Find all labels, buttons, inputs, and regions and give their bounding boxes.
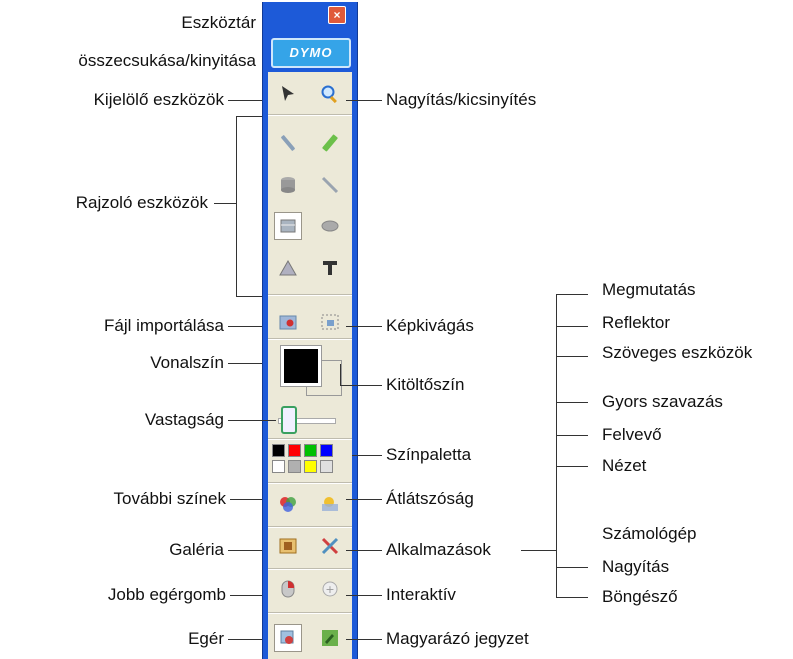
line-color-swatch[interactable] (280, 345, 322, 387)
interactive-label: Interaktív (386, 585, 456, 604)
app-item-szamologep: Számológép (602, 524, 697, 543)
palette-color[interactable] (320, 460, 333, 473)
interactive-icon[interactable]: + (316, 575, 344, 603)
palette-color[interactable] (272, 460, 285, 473)
toolbar-toggle-button[interactable]: DYMO (271, 38, 351, 68)
right-click-icon[interactable] (274, 575, 302, 603)
magnifier-icon[interactable] (316, 80, 344, 108)
app-item-nezet: Nézet (602, 456, 647, 475)
triangle-icon[interactable] (274, 254, 302, 282)
app-item-bongeszo: Böngésző (602, 587, 678, 606)
applications-label: Alkalmazások (386, 540, 491, 559)
crop-label: Képkivágás (386, 316, 474, 335)
gallery-label: Galéria (169, 540, 224, 559)
import-file-label: Fájl importálása (104, 316, 224, 335)
shape-icon[interactable] (274, 212, 302, 240)
palette-color[interactable] (288, 460, 301, 473)
app-item-reflektor: Reflektor (602, 313, 671, 332)
applications-icon[interactable] (316, 532, 344, 560)
import-icon[interactable] (274, 308, 302, 336)
draw-tools-label: Rajzoló eszközök (75, 193, 208, 212)
zoom-label: Nagyítás/kicsinyítés (386, 90, 537, 109)
annotation-label: Magyarázó jegyzet (386, 629, 529, 648)
app-item-nagyitas: Nagyítás (602, 557, 670, 576)
text-icon[interactable] (316, 254, 344, 282)
thickness-label: Vastagság (144, 410, 224, 429)
fill-color-label: Kitöltőszín (386, 375, 465, 394)
app-item-gyors-szavazas: Gyors szavazás (602, 392, 723, 411)
transparency-icon[interactable] (316, 490, 344, 518)
line-color-label: Vonalszín (150, 353, 224, 372)
crop-icon[interactable] (316, 308, 344, 336)
palette-color[interactable] (272, 444, 285, 457)
right-click-label: Jobb egérgomb (107, 585, 226, 604)
thickness-handle[interactable] (281, 406, 297, 434)
color-wheel-icon[interactable] (274, 490, 302, 518)
svg-text:+: + (325, 583, 334, 596)
pointer-arrow-icon[interactable] (274, 80, 302, 108)
fill-icon[interactable] (316, 212, 344, 240)
pen-icon[interactable] (274, 129, 302, 157)
app-item-szoveges-eszkozok: Szöveges eszközök (602, 343, 753, 362)
mouse-icon[interactable] (274, 624, 302, 652)
toolbar-toggle-label-line1: Eszköztár (181, 13, 256, 32)
select-tools-label: Kijelölő eszközök (93, 90, 224, 109)
toolbar-toggle-label-line2: összecsukása/kinyitása (78, 51, 256, 70)
gallery-icon[interactable] (274, 532, 302, 560)
annotation-icon[interactable] (316, 624, 344, 652)
mouse-label: Egér (188, 629, 224, 648)
transparency-label: Átlátszóság (386, 489, 474, 508)
palette-color[interactable] (320, 444, 333, 457)
app-item-felvevo: Felvevő (602, 425, 662, 444)
toolbar: × DYMO + (262, 2, 358, 659)
line-icon[interactable] (316, 171, 344, 199)
app-item-megmutatas: Megmutatás (602, 280, 696, 299)
palette-color[interactable] (304, 444, 317, 457)
close-button[interactable]: × (328, 6, 346, 24)
color-palette (272, 444, 344, 476)
palette-color[interactable] (304, 460, 317, 473)
more-colors-label: További színek (113, 489, 226, 508)
highlighter-icon[interactable] (316, 129, 344, 157)
palette-label: Színpaletta (386, 445, 472, 464)
palette-color[interactable] (288, 444, 301, 457)
eraser-icon[interactable] (274, 171, 302, 199)
